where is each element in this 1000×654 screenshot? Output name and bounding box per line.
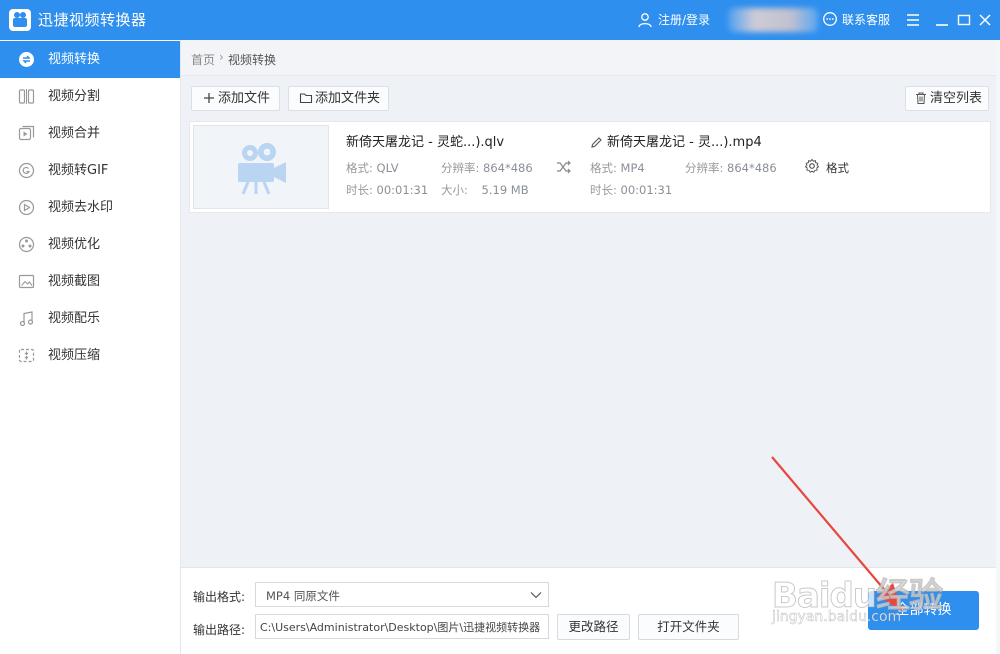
sidebar-item-video-merge[interactable]: 视频合并	[0, 115, 180, 152]
minimize-icon[interactable]	[932, 10, 952, 30]
sidebar-item-video-split[interactable]: 视频分割	[0, 78, 180, 115]
source-resolution-label: 分辨率:	[441, 161, 480, 175]
source-duration: 时长: 00:01:31	[346, 183, 428, 197]
breadcrumb-separator: ›	[219, 50, 224, 64]
output-format-select[interactable]: MP4 同原文件	[255, 582, 549, 607]
compress-icon	[18, 348, 35, 363]
app-window: 迅捷视频转换器 注册/登录 联系客服 视频转换 视频分割 视频合并 视频转GIF…	[0, 0, 1000, 654]
sidebar: 视频转换 视频分割 视频合并 视频转GIF 视频去水印 视频优化 视频截图 视频…	[0, 40, 181, 654]
file-list-item[interactable]: 新倚天屠龙记 - 灵蛇...).qlv 格式: QLV 分辨率: 864*486…	[189, 121, 991, 213]
source-format-value: QLV	[376, 161, 399, 175]
breadcrumb: 首页 › 视频转换	[181, 40, 1000, 76]
sidebar-item-label: 视频配乐	[48, 311, 101, 326]
clear-list-button[interactable]: 清空列表	[905, 86, 989, 111]
optimize-icon	[18, 236, 35, 253]
add-folder-label: 添加文件夹	[315, 91, 381, 106]
format-settings-label: 格式	[826, 161, 849, 175]
add-file-label: 添加文件	[218, 91, 271, 106]
output-path-field[interactable]	[255, 614, 549, 639]
video-thumbnail	[193, 125, 329, 209]
sidebar-item-label: 视频去水印	[48, 200, 114, 215]
add-folder-button[interactable]: 添加文件夹	[288, 86, 389, 111]
watermark-remove-icon	[18, 199, 35, 216]
gif-icon	[18, 162, 35, 179]
source-resolution-value: 864*486	[483, 161, 533, 175]
target-duration-value: 00:01:31	[620, 183, 673, 197]
target-resolution-value: 864*486	[727, 161, 777, 175]
sidebar-item-label: 视频压缩	[48, 348, 101, 363]
source-size-value: 5.19 MB	[481, 183, 529, 197]
output-path-label: 输出路径:	[193, 623, 246, 637]
clear-list-label: 清空列表	[930, 91, 983, 106]
folder-icon	[299, 93, 313, 104]
sidebar-item-label: 视频转GIF	[48, 163, 109, 178]
window-edge	[996, 40, 1000, 654]
shuffle-icon	[557, 160, 571, 174]
source-format: 格式: QLV	[346, 161, 399, 175]
chevron-down-icon	[530, 592, 542, 599]
target-format-label: 格式:	[590, 161, 617, 175]
convert-all-button[interactable]: 全部转换	[868, 591, 979, 630]
target-format-value: MP4	[620, 161, 645, 175]
music-icon	[19, 311, 34, 327]
login-link[interactable]: 注册/登录	[658, 12, 710, 28]
sidebar-item-video-screenshot[interactable]: 视频截图	[0, 263, 180, 300]
convert-icon	[19, 52, 34, 67]
source-duration-value: 00:01:31	[376, 183, 429, 197]
sidebar-item-video-compress[interactable]: 视频压缩	[0, 337, 180, 374]
merge-icon	[18, 125, 35, 141]
support-link[interactable]: 联系客服	[842, 12, 890, 28]
change-path-button[interactable]: 更改路径	[557, 614, 630, 640]
plus-icon	[204, 93, 214, 103]
source-duration-label: 时长:	[346, 183, 373, 197]
sidebar-item-label: 视频转换	[48, 52, 101, 67]
trash-icon	[916, 92, 926, 104]
output-panel: 输出格式: MP4 同原文件 输出路径: 更改路径 打开文件夹 全部转换	[181, 567, 1000, 654]
chat-bubble-icon[interactable]	[822, 11, 838, 27]
sidebar-item-video-convert[interactable]: 视频转换	[0, 41, 180, 78]
close-icon[interactable]	[975, 10, 995, 30]
source-resolution: 分辨率: 864*486	[441, 161, 533, 175]
sidebar-item-video-to-gif[interactable]: 视频转GIF	[0, 152, 180, 189]
app-logo-icon	[9, 9, 31, 31]
app-title: 迅捷视频转换器	[38, 11, 147, 29]
target-file-name[interactable]: 新倚天屠龙记 - 灵...).mp4	[607, 135, 762, 151]
output-format-label: 输出格式:	[193, 590, 246, 604]
sidebar-item-label: 视频分割	[48, 89, 101, 104]
split-icon	[18, 89, 35, 104]
title-bar: 迅捷视频转换器 注册/登录 联系客服	[0, 0, 1000, 40]
menu-icon[interactable]	[903, 10, 923, 30]
sidebar-item-video-music[interactable]: 视频配乐	[0, 300, 180, 337]
gear-icon	[804, 158, 820, 173]
sidebar-item-label: 视频截图	[48, 274, 101, 289]
output-format-value: MP4 同原文件	[266, 589, 340, 603]
film-camera-icon	[238, 143, 286, 195]
maximize-icon[interactable]	[954, 10, 974, 30]
target-duration: 时长: 00:01:31	[590, 183, 672, 197]
breadcrumb-current: 视频转换	[228, 53, 277, 67]
open-folder-button[interactable]: 打开文件夹	[638, 614, 739, 640]
sidebar-item-label: 视频合并	[48, 126, 101, 141]
source-size: 大小: 5.19 MB	[441, 183, 529, 197]
breadcrumb-home[interactable]: 首页	[191, 51, 215, 68]
sidebar-item-remove-watermark[interactable]: 视频去水印	[0, 189, 180, 226]
sidebar-item-video-optimize[interactable]: 视频优化	[0, 226, 180, 263]
format-settings-button[interactable]: 格式	[804, 158, 864, 176]
source-file-name: 新倚天屠龙记 - 灵蛇...).qlv	[346, 135, 505, 150]
add-file-button[interactable]: 添加文件	[191, 86, 280, 111]
edit-name-icon[interactable]	[590, 136, 603, 149]
user-icon[interactable]	[637, 12, 653, 28]
target-resolution: 分辨率: 864*486	[685, 161, 777, 175]
screenshot-icon	[18, 274, 35, 289]
sidebar-item-label: 视频优化	[48, 237, 101, 252]
blurred-username	[728, 8, 818, 32]
target-duration-label: 时长:	[590, 183, 617, 197]
target-resolution-label: 分辨率:	[685, 161, 724, 175]
source-size-label: 大小:	[441, 183, 468, 197]
source-format-label: 格式:	[346, 161, 373, 175]
target-format: 格式: MP4	[590, 161, 645, 175]
